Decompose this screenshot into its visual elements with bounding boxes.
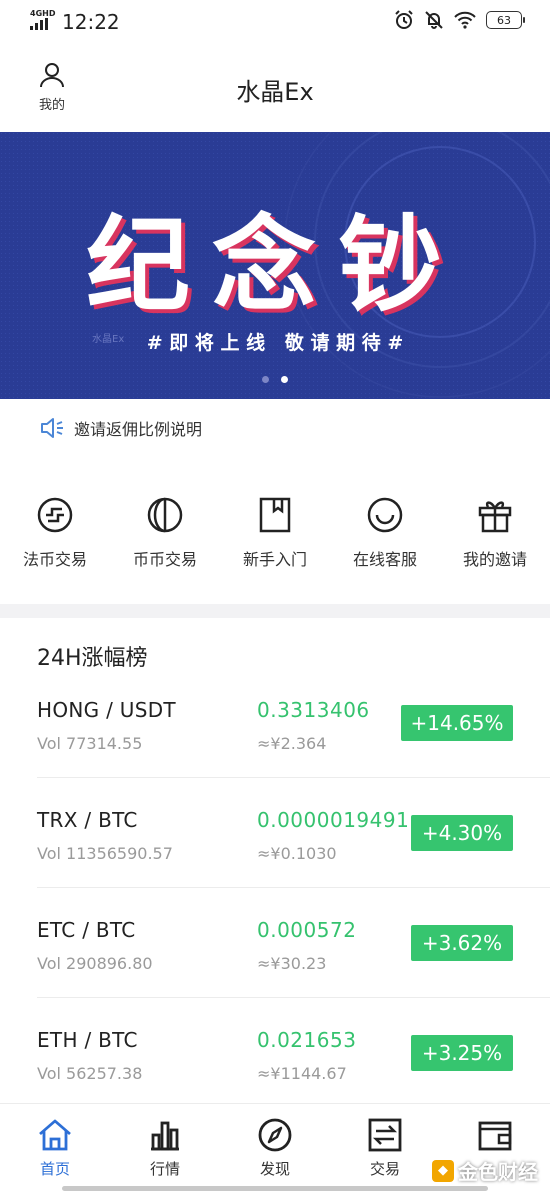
ranking-title: 24H涨幅榜 [37, 646, 148, 671]
watermark-text: 金色财经 [458, 1160, 538, 1184]
speaker-icon [41, 418, 63, 438]
section-divider [0, 604, 550, 618]
mute-bell-icon [425, 11, 443, 29]
trading-pair: HONG / USDT [37, 698, 176, 722]
quick-menu-label: 法币交易 [22, 550, 87, 569]
bar-chart-icon [151, 1121, 179, 1151]
last-price: 0.3313406 [257, 698, 370, 722]
tab-label: 首页 [39, 1160, 70, 1178]
compass-icon [258, 1118, 292, 1152]
last-price: 0.021653 [257, 1028, 357, 1052]
smile-icon [367, 497, 403, 533]
cny-price: ≈¥2.364 [257, 734, 327, 753]
watermark: ◆ 金色财经 [432, 1156, 538, 1185]
table-row[interactable]: ETC / BTC Vol 290896.80 0.000572 ≈¥30.23… [0, 900, 550, 1010]
quick-menu-my-invite[interactable]: 我的邀请 [440, 496, 550, 586]
alarm-icon [395, 10, 413, 29]
home-indicator [62, 1186, 488, 1191]
table-row[interactable]: TRX / BTC Vol 11356590.57 0.0000019491 ≈… [0, 790, 550, 900]
volume: Vol 56257.38 [37, 1064, 143, 1083]
banner-dot[interactable] [262, 376, 269, 383]
quick-menu-label: 新手入门 [242, 550, 307, 569]
change-badge: +3.25% [411, 1035, 513, 1071]
notice-bar[interactable]: 邀请返佣比例说明 [40, 416, 202, 440]
change-badge: +4.30% [411, 815, 513, 851]
banner-headline: 纪念钞 [85, 204, 464, 326]
tab-home[interactable]: 首页 [0, 1104, 110, 1192]
network-type: 4GHD [30, 9, 56, 18]
coin-exchange-icon [147, 497, 183, 533]
volume: Vol 77314.55 [37, 734, 143, 753]
status-icons: 63 [394, 10, 525, 30]
quick-menu-beginner-guide[interactable]: 新手入门 [220, 496, 330, 586]
last-price: 0.000572 [257, 918, 357, 942]
cny-price: ≈¥0.1030 [257, 844, 337, 863]
banner-dot-active[interactable] [281, 376, 288, 383]
gift-icon [478, 501, 512, 533]
cny-price: ≈¥30.23 [257, 954, 327, 973]
quick-menu-coin-trade[interactable]: 币币交易 [110, 496, 220, 586]
battery-indicator: 63 [486, 11, 525, 29]
banner-pagination [0, 376, 550, 383]
volume: Vol 290896.80 [37, 954, 153, 973]
row-separator [37, 997, 550, 998]
quick-menu: 法币交易 币币交易 新手入门 在线客服 我的邀请 [0, 496, 550, 586]
notice-text: 邀请返佣比例说明 [74, 420, 203, 439]
clock-time: 12:22 [62, 10, 120, 34]
change-badge: +14.65% [401, 705, 513, 741]
volume: Vol 11356590.57 [37, 844, 173, 863]
tab-label: 发现 [259, 1160, 290, 1178]
row-separator [37, 887, 550, 888]
tab-label: 交易 [369, 1160, 400, 1178]
exchange-icon [368, 1118, 402, 1152]
trading-pair: ETC / BTC [37, 918, 136, 942]
trading-pair: ETH / BTC [37, 1028, 138, 1052]
watermark-logo-icon: ◆ [432, 1159, 454, 1182]
promo-banner[interactable]: 纪念钞 水晶Ex # 即 将 上 线 敬 请 期 待 # [0, 132, 550, 399]
signal-icon [30, 18, 48, 30]
home-icon [39, 1119, 71, 1151]
quick-menu-label: 在线客服 [352, 550, 417, 569]
wifi-icon [454, 11, 476, 29]
last-price: 0.0000019491 [257, 808, 410, 832]
banner-subline: # 即 将 上 线 敬 请 期 待 # [146, 332, 404, 354]
cny-price: ≈¥1144.67 [257, 1064, 347, 1083]
fiat-exchange-icon [37, 497, 73, 533]
tab-market[interactable]: 行情 [110, 1104, 220, 1192]
page-title: 水晶Ex [236, 78, 314, 106]
wallet-icon [478, 1121, 512, 1151]
row-separator [37, 777, 550, 778]
tab-discover[interactable]: 发现 [220, 1104, 330, 1192]
change-badge: +3.62% [411, 925, 513, 961]
tab-label: 行情 [149, 1160, 180, 1178]
trading-pair: TRX / BTC [37, 808, 138, 832]
quick-menu-label: 我的邀请 [462, 550, 527, 569]
table-row[interactable]: HONG / USDT Vol 77314.55 0.3313406 ≈¥2.3… [0, 680, 550, 790]
bookmark-icon [259, 497, 291, 533]
quick-menu-customer-service[interactable]: 在线客服 [330, 496, 440, 586]
quick-menu-label: 币币交易 [132, 550, 197, 569]
quick-menu-fiat-trade[interactable]: 法币交易 [0, 496, 110, 586]
tab-trade[interactable]: 交易 [330, 1104, 440, 1192]
